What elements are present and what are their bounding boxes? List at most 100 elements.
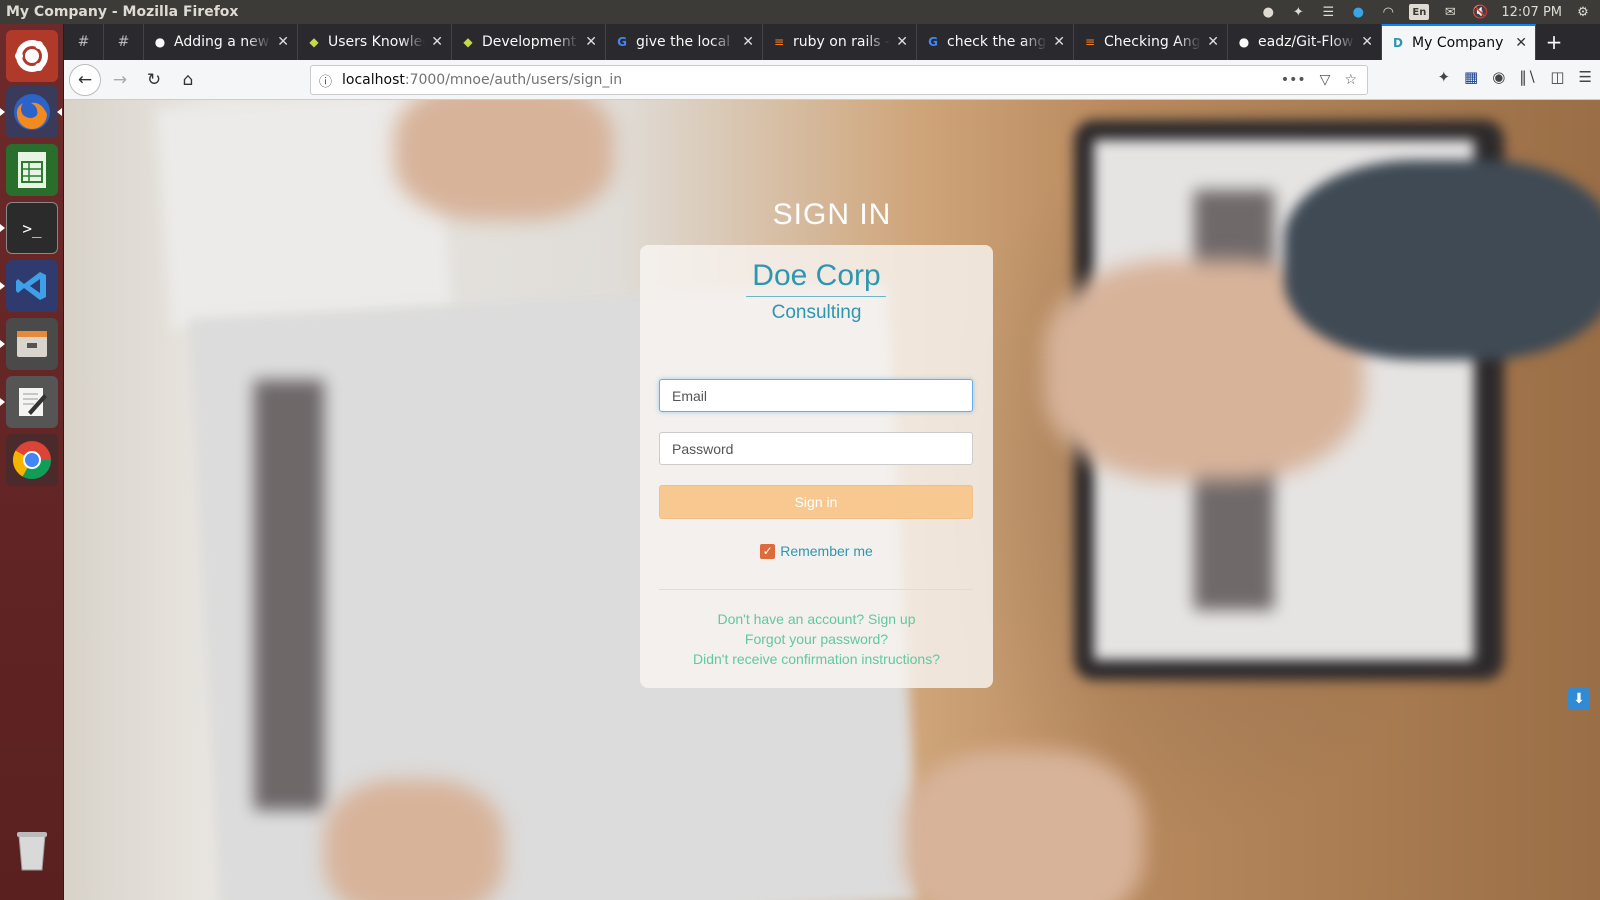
tab-development[interactable]: ◆ Development S ✕	[452, 24, 606, 60]
vscode-running-indicator	[0, 282, 5, 290]
speaker-muted-icon[interactable]: 🔇	[1471, 4, 1489, 20]
firefox-running-indicator	[0, 108, 5, 116]
text-editor-icon[interactable]	[6, 376, 58, 428]
sign-up-link[interactable]: Don't have an account? Sign up	[640, 611, 993, 627]
background-hand-bottom-left	[324, 780, 504, 900]
forgot-password-link[interactable]: Forgot your password?	[640, 631, 993, 647]
tab-my-company[interactable]: D My Company ✕	[1382, 24, 1536, 60]
pocket-icon[interactable]: ▽	[1320, 72, 1331, 88]
terminal-icon[interactable]: >_	[6, 202, 58, 254]
tab-adding-new[interactable]: ● Adding a new S ✕	[144, 24, 298, 60]
page-title: SIGN IN	[772, 198, 892, 231]
remember-me-control[interactable]: ✓ Remember me	[640, 543, 993, 559]
sidebar-icon[interactable]: ◫	[1550, 68, 1564, 86]
navigation-toolbar: ← → ↻ ⌂ ⓘ localhost:7000/mnoe/auth/users…	[64, 60, 1600, 100]
stackoverflow-icon: ≡	[773, 35, 785, 49]
tab-pinned-1[interactable]: #	[64, 24, 104, 60]
close-tab-icon[interactable]: ✕	[896, 34, 908, 50]
keyboard-layout-indicator[interactable]: En	[1409, 4, 1430, 20]
email-field[interactable]	[659, 379, 973, 412]
tab-label: ruby on rails - H	[793, 34, 891, 50]
stackoverflow-icon: ≡	[1084, 35, 1096, 49]
url-host: localhost	[342, 72, 405, 88]
system-tray: ● ✦ ☰ ● ◠ En ✉ 🔇 12:07 PM ⚙	[1259, 4, 1600, 20]
tab-checking-angular[interactable]: ≡ Checking Angu ✕	[1074, 24, 1228, 60]
reload-button[interactable]: ↻	[139, 65, 169, 95]
tab-label: check the angu	[947, 34, 1048, 50]
tab-give-local[interactable]: G give the local p ✕	[606, 24, 763, 60]
tab-label: My Company	[1412, 35, 1504, 51]
mail-icon[interactable]: ✉	[1441, 4, 1459, 20]
tab-label: Development S	[482, 34, 580, 50]
sign-in-card: Doe Corp Consulting Sign in ✓ Remember m…	[640, 245, 993, 688]
bookmark-star-icon[interactable]: ☆	[1344, 72, 1357, 88]
extensions-puzzle-icon[interactable]: ✦	[1437, 68, 1450, 86]
background-hand-bottom	[904, 750, 1144, 900]
text-editor-running-indicator	[0, 398, 5, 406]
launcher: >_	[0, 24, 64, 900]
new-extension-icon[interactable]: ▦	[1464, 68, 1478, 86]
menu-hamburger-icon[interactable]: ☰	[1579, 68, 1592, 86]
confluence-icon: ◆	[309, 35, 319, 49]
google-icon: G	[928, 35, 938, 49]
tab-label: eadz/Git-Flow-	[1258, 34, 1356, 50]
forward-button[interactable]: →	[105, 65, 135, 95]
firefox-icon[interactable]	[6, 86, 58, 138]
back-button[interactable]: ←	[69, 63, 101, 96]
close-tab-icon[interactable]: ✕	[1053, 34, 1065, 50]
tab-label: Users Knowled	[328, 34, 426, 50]
close-tab-icon[interactable]: ✕	[1515, 35, 1527, 51]
libreoffice-calc-icon[interactable]	[6, 144, 58, 196]
close-tab-icon[interactable]: ✕	[277, 34, 289, 50]
tab-users-knowledge[interactable]: ◆ Users Knowled ✕	[298, 24, 452, 60]
tab-pinned-2[interactable]: #	[104, 24, 144, 60]
brand-tagline: Consulting	[771, 302, 862, 323]
password-field[interactable]	[659, 432, 973, 465]
remember-me-checkbox[interactable]: ✓	[760, 543, 776, 559]
page-content: SIGN IN Doe Corp Consulting Sign in ✓ Re…	[64, 100, 1600, 900]
address-bar[interactable]: ⓘ localhost:7000/mnoe/auth/users/sign_in…	[310, 65, 1368, 95]
tab-check-angular[interactable]: G check the angu ✕	[917, 24, 1074, 60]
brand-name: Doe Corp	[752, 259, 881, 292]
confirmation-instructions-link[interactable]: Didn't receive confirmation instructions…	[640, 651, 993, 667]
settings-gear-icon[interactable]: ⚙	[1574, 4, 1592, 20]
ubuntu-dash-icon[interactable]	[6, 30, 58, 82]
wifi-icon[interactable]: ◠	[1379, 4, 1397, 20]
close-tab-icon[interactable]: ✕	[585, 34, 597, 50]
tab-label: give the local p	[636, 34, 737, 50]
close-tab-icon[interactable]: ✕	[1361, 34, 1373, 50]
clock[interactable]: 12:07 PM	[1501, 5, 1562, 20]
tab-label: #	[77, 34, 90, 50]
terminal-running-indicator	[0, 224, 5, 232]
firefox-focused-indicator	[57, 108, 62, 116]
close-tab-icon[interactable]: ✕	[431, 34, 443, 50]
close-tab-icon[interactable]: ✕	[742, 34, 754, 50]
tab-label: Checking Angu	[1104, 34, 1202, 50]
sign-in-button[interactable]: Sign in	[659, 485, 973, 519]
skype-icon[interactable]: ●	[1349, 4, 1367, 20]
tab-git-flow[interactable]: ● eadz/Git-Flow- ✕	[1228, 24, 1382, 60]
list-icon[interactable]: ☰	[1319, 4, 1337, 20]
vscode-icon[interactable]	[6, 260, 58, 312]
page-actions-icon[interactable]: •••	[1281, 72, 1306, 88]
background-sleeve	[1284, 160, 1600, 360]
lightbulb-icon[interactable]: ●	[1259, 4, 1277, 20]
chrome-icon[interactable]	[6, 434, 58, 486]
github-icon: ●	[154, 35, 166, 49]
tab-label: Adding a new S	[174, 34, 271, 50]
tab-ruby-on-rails[interactable]: ≡ ruby on rails - H ✕	[763, 24, 917, 60]
site-info-icon[interactable]: ⓘ	[319, 71, 332, 90]
remember-me-label[interactable]: Remember me	[780, 543, 873, 559]
system-top-bar: My Company - Mozilla Firefox ● ✦ ☰ ● ◠ E…	[0, 0, 1600, 24]
library-icon[interactable]: ‖∖	[1519, 68, 1536, 86]
home-button[interactable]: ⌂	[173, 65, 203, 95]
close-tab-icon[interactable]: ✕	[1207, 34, 1219, 50]
window-title: My Company - Mozilla Firefox	[6, 4, 239, 20]
trash-icon[interactable]	[6, 824, 58, 876]
extension-circle-icon[interactable]: ◉	[1492, 68, 1505, 86]
download-arrow-icon[interactable]: ⬇	[1568, 688, 1590, 710]
new-tab-button[interactable]: +	[1536, 30, 1572, 54]
file-manager-icon[interactable]	[6, 318, 58, 370]
tab-bar: # # ● Adding a new S ✕ ◆ Users Knowled ✕…	[64, 24, 1600, 60]
dropbox-icon[interactable]: ✦	[1289, 4, 1307, 20]
